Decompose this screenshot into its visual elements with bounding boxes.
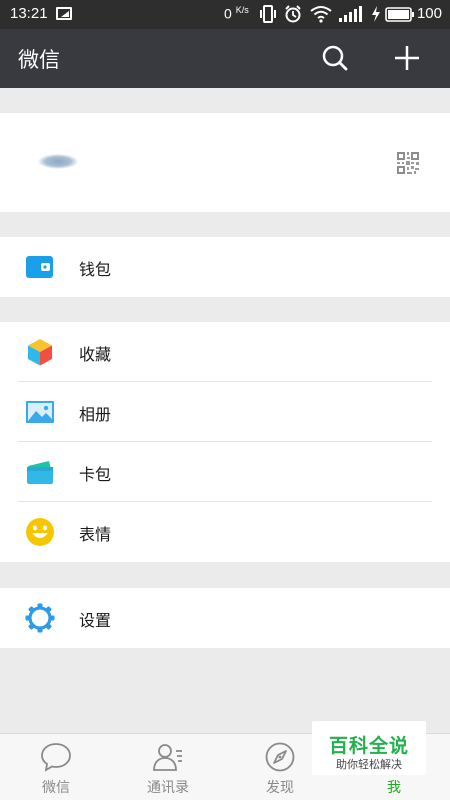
watermark-overlay: 百科全说 助你轻松解决 — [312, 721, 426, 775]
tab-chats[interactable]: 微信 — [0, 734, 112, 800]
profile-card[interactable] — [0, 113, 450, 212]
contacts-icon — [153, 744, 182, 771]
plus-icon — [395, 46, 419, 70]
add-button[interactable] — [390, 41, 424, 75]
watermark-subtitle: 助你轻松解决 — [336, 758, 402, 771]
alarm-icon — [285, 5, 301, 23]
tab-label-me: 我 — [387, 780, 401, 796]
profile-name-blurred — [38, 154, 78, 169]
chat-bubble-icon — [41, 743, 71, 772]
tab-label-discover: 发现 — [266, 780, 294, 796]
menu-label-favorites: 收藏 — [79, 345, 112, 364]
network-speed-value: 0 — [224, 5, 232, 22]
network-speed: 0 K/s — [224, 5, 249, 22]
album-icon — [26, 401, 54, 423]
menu-item-album[interactable]: 相册 — [0, 382, 450, 442]
wallet-icon — [26, 256, 53, 278]
notification-icon — [56, 7, 72, 20]
menu-item-settings[interactable]: 设置 — [0, 588, 450, 648]
status-bar: 13:21 0 K/s 100 — [0, 0, 450, 29]
compass-icon — [265, 742, 295, 772]
wifi-icon — [310, 6, 332, 23]
gear-icon — [25, 603, 55, 633]
menu-item-card-bag[interactable]: 卡包 — [0, 442, 450, 502]
menu-item-favorites[interactable]: 收藏 — [0, 322, 450, 382]
menu-label-card-bag: 卡包 — [79, 465, 112, 484]
smiley-icon — [26, 518, 54, 546]
menu-label-emoji: 表情 — [79, 525, 112, 544]
menu-label-wallet: 钱包 — [79, 260, 112, 279]
tab-contacts[interactable]: 通讯录 — [112, 734, 224, 800]
battery-percent: 100 — [416, 5, 442, 22]
qr-code-icon[interactable] — [396, 151, 420, 175]
cube-icon — [28, 339, 52, 366]
charging-icon — [372, 6, 380, 22]
app-bar: 微信 — [0, 29, 450, 88]
battery-icon — [385, 7, 414, 22]
menu-label-album: 相册 — [79, 405, 112, 424]
network-speed-unit: K/s — [235, 5, 249, 15]
vibrate-icon — [260, 5, 276, 23]
menu-item-emoji[interactable]: 表情 — [0, 502, 450, 562]
tab-label-chats: 微信 — [42, 780, 70, 796]
menu-label-settings: 设置 — [79, 611, 112, 630]
card-bag-icon — [27, 461, 53, 484]
status-time: 13:21 — [10, 5, 48, 22]
signal-icon — [339, 6, 362, 22]
search-icon — [322, 45, 348, 71]
search-button[interactable] — [318, 41, 352, 75]
page-title: 微信 — [18, 48, 60, 72]
tab-label-contacts: 通讯录 — [147, 780, 189, 796]
watermark-title: 百科全说 — [328, 735, 409, 757]
menu-item-wallet[interactable]: 钱包 — [0, 237, 450, 297]
